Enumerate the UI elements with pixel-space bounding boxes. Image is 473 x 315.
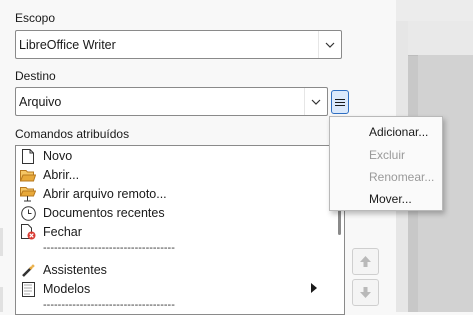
scope-combobox[interactable]: LibreOffice Writer bbox=[15, 30, 342, 59]
chevron-down-icon[interactable] bbox=[318, 31, 341, 58]
remote-folder-icon bbox=[20, 186, 36, 202]
submenu-arrow-icon bbox=[311, 282, 317, 296]
wizard-icon bbox=[20, 262, 36, 278]
menu-item-move[interactable]: Mover... bbox=[369, 192, 412, 206]
arrow-down-icon bbox=[360, 287, 371, 298]
close-document-icon bbox=[20, 224, 36, 240]
hamburger-menu-button[interactable] bbox=[331, 90, 349, 114]
move-up-button[interactable] bbox=[352, 248, 379, 275]
templates-icon bbox=[20, 281, 36, 297]
scope-value: LibreOffice Writer bbox=[19, 38, 116, 52]
assigned-commands-label: Comandos atribuídos bbox=[15, 127, 130, 141]
context-menu: Adicionar... Excluir Renomear... Mover..… bbox=[329, 116, 443, 211]
destination-combobox[interactable]: Arquivo bbox=[15, 87, 328, 116]
assigned-commands-list[interactable]: Novo Abrir... Abrir arquivo remoto... Do… bbox=[15, 145, 345, 315]
list-item[interactable]: Documentos recentes bbox=[20, 204, 165, 222]
scope-label: Escopo bbox=[15, 11, 56, 25]
list-item[interactable]: Abrir arquivo remoto... bbox=[20, 185, 167, 203]
list-item[interactable]: Modelos bbox=[20, 280, 90, 298]
hamburger-icon bbox=[335, 98, 345, 106]
list-item[interactable]: Abrir... bbox=[20, 166, 79, 184]
new-document-icon bbox=[20, 148, 36, 164]
clock-icon bbox=[20, 205, 36, 221]
left-edge-tab bbox=[0, 287, 3, 312]
menu-item-rename[interactable]: Renomear... bbox=[369, 170, 434, 184]
destination-value: Arquivo bbox=[19, 95, 62, 109]
folder-open-icon bbox=[20, 167, 36, 183]
list-item[interactable]: Fechar bbox=[20, 223, 82, 241]
list-item[interactable]: Assistentes bbox=[20, 261, 107, 279]
arrow-up-icon bbox=[360, 256, 371, 267]
destination-label: Destino bbox=[15, 69, 56, 83]
left-edge-tab bbox=[0, 228, 3, 256]
move-down-button[interactable] bbox=[352, 279, 379, 306]
list-item[interactable]: Novo bbox=[20, 147, 72, 165]
menu-item-add[interactable]: Adicionar... bbox=[369, 125, 428, 139]
chevron-down-icon[interactable] bbox=[304, 88, 327, 115]
list-separator: ------------------------------------ bbox=[43, 242, 175, 254]
list-separator: ------------------------------------ bbox=[43, 299, 175, 311]
menu-item-delete[interactable]: Excluir bbox=[369, 148, 405, 162]
